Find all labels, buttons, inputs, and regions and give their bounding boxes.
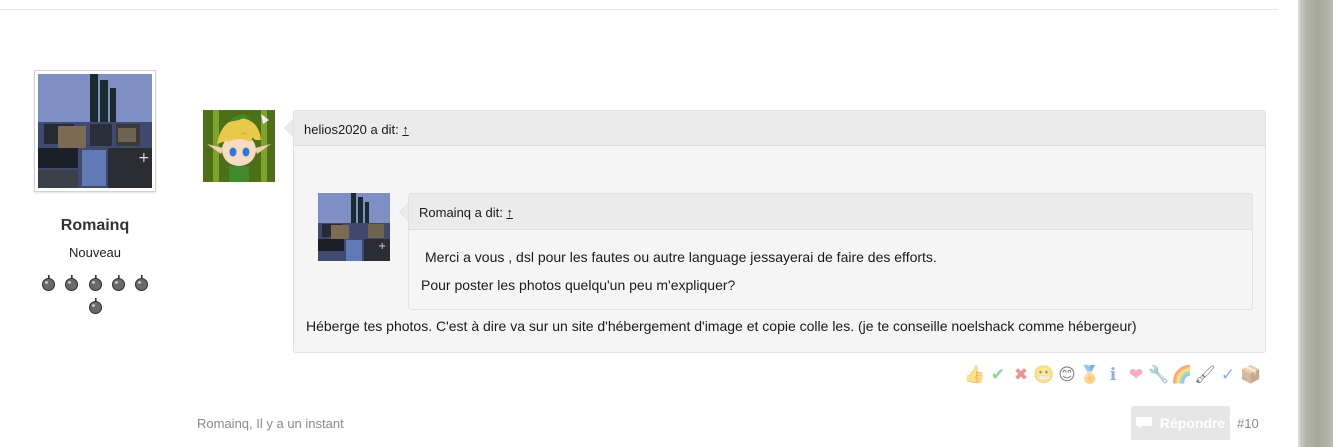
quote-pointer-fill (400, 204, 408, 220)
smile-icon[interactable]: 😊 (1056, 364, 1078, 386)
quote-inner-author: Romainq a dit: (419, 205, 507, 220)
thumbs-up-icon[interactable]: 👍 (964, 364, 986, 386)
rainbow-icon[interactable]: 🌈 (1171, 364, 1193, 386)
author-badges (34, 274, 156, 320)
quote-outer-source-link[interactable]: ↑ (402, 122, 409, 137)
inner-quote-avatar[interactable]: + (318, 193, 390, 261)
quote-outer-header: helios2020 a dit: ↑ (284, 111, 1265, 146)
post-meta: Romainq, Il y a un instant (197, 416, 344, 431)
apple-icon (41, 275, 55, 291)
wrench-icon[interactable]: 🔧 (1148, 364, 1170, 386)
top-divider (0, 9, 1278, 10)
reply-button[interactable]: Répondre (1131, 406, 1230, 440)
author-rank: Nouveau (68, 245, 122, 260)
quote-inner: Romainq a dit: ↑ Merci a vous , dsl pour… (399, 193, 1253, 310)
heart-icon[interactable]: ❤ (1125, 364, 1147, 386)
award-icon[interactable]: 🏅 (1079, 364, 1101, 386)
reaction-bar: 👍 ✔ ✖ 😬 😊 🏅 ℹ ❤ 🔧 🌈 🖌 ✓ 📦 (964, 364, 1262, 386)
quote-pointer-fill (285, 120, 293, 136)
author-avatar-image: + (38, 74, 152, 188)
reply-button-label: Répondre (1159, 415, 1226, 431)
quote-outer-author: helios2020 a dit: (304, 122, 403, 137)
svg-text:+: + (378, 241, 386, 252)
post-body: Héberge tes photos. C'est à dire va sur … (306, 318, 1137, 334)
info-icon[interactable]: ℹ (1102, 364, 1124, 386)
paintbrush-icon[interactable]: 🖌 (1194, 364, 1216, 386)
quote-inner-source-link[interactable]: ↑ (506, 205, 513, 220)
box-icon[interactable]: 📦 (1240, 364, 1262, 386)
author-avatar[interactable]: + (34, 70, 156, 192)
spellcheck-icon[interactable]: ✓ (1217, 364, 1239, 386)
quote-inner-line-2: Pour poster les photos quelqu'un peu m'e… (421, 277, 736, 293)
window-edge (1298, 0, 1333, 447)
author-name[interactable]: Romainq (34, 217, 156, 235)
troll-face-icon[interactable]: 😬 (1033, 364, 1055, 386)
apple-icon (88, 298, 102, 314)
apple-icon (135, 275, 149, 291)
quote-inner-line-1: Merci a vous , dsl pour les fautes ou au… (425, 249, 937, 265)
cross-icon[interactable]: ✖ (1010, 364, 1032, 386)
svg-text:+: + (138, 150, 150, 166)
check-icon[interactable]: ✔ (987, 364, 1009, 386)
apple-icon (65, 275, 79, 291)
apple-icon (88, 275, 102, 291)
chat-icon (1135, 417, 1152, 429)
quote-inner-header: Romainq a dit: ↑ (399, 194, 1252, 230)
apple-icon (111, 275, 125, 291)
quoter-avatar[interactable] (203, 110, 275, 182)
post-number[interactable]: #10 (1237, 416, 1259, 431)
